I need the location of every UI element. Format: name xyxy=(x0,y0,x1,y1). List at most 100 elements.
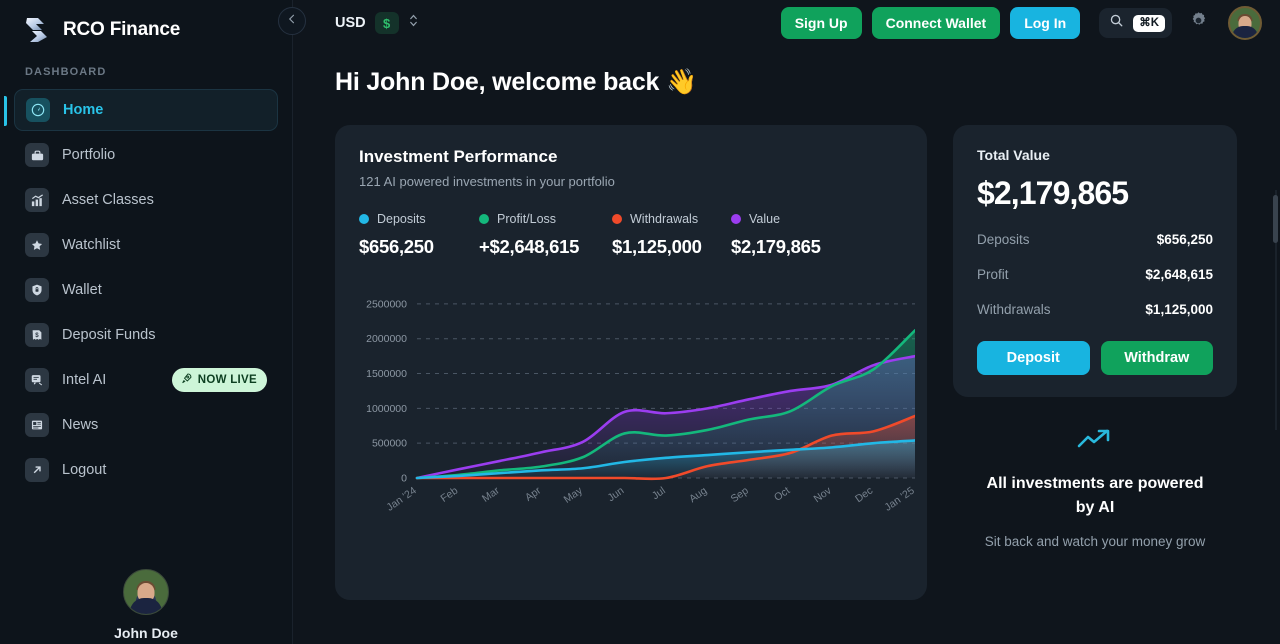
dashboard-content: Investment Performance 121 AI powered in… xyxy=(293,97,1280,600)
legend-dot xyxy=(731,214,741,224)
svg-text:Mar: Mar xyxy=(480,484,502,504)
chart-card-title: Investment Performance xyxy=(359,147,558,166)
svg-text:Oct: Oct xyxy=(772,485,792,504)
legend-label: Withdrawals xyxy=(630,212,699,226)
svg-text:2000000: 2000000 xyxy=(366,333,407,345)
search-icon xyxy=(1109,13,1124,33)
brand[interactable]: RCO Finance xyxy=(0,0,292,46)
svg-text:Jan '24: Jan '24 xyxy=(384,485,418,514)
sidebar-item-label: Wallet xyxy=(62,282,102,298)
chat-ai-icon xyxy=(25,368,49,392)
topbar: USD $ Sign Up Connect Wallet Log In ⌘K xyxy=(293,0,1280,46)
legend-label: Value xyxy=(749,212,781,226)
sidebar-section-label: DASHBOARD xyxy=(25,66,107,78)
search-shortcut-key: ⌘K xyxy=(1133,14,1165,32)
svg-text:$: $ xyxy=(35,332,39,339)
now-live-badge: NOW LIVE xyxy=(171,368,267,392)
legend-item-deposits: Deposits $656,250 xyxy=(359,212,479,258)
summary-column: Total Value $2,179,865 Deposits $656,250… xyxy=(953,125,1237,553)
ai-info-box: All investments are powered by AI Sit ba… xyxy=(953,397,1237,553)
sidebar-item-intel-ai[interactable]: Intel AI NOW LIVE xyxy=(14,359,278,401)
svg-text:1000000: 1000000 xyxy=(366,403,407,415)
sidebar-profile[interactable]: John Doe xyxy=(0,569,292,641)
sidebar-item-deposit-funds[interactable]: $ Deposit Funds xyxy=(14,314,278,356)
legend-dot xyxy=(359,214,369,224)
sidebar-item-label: Home xyxy=(63,102,104,118)
legend-value: +$2,648,615 xyxy=(479,236,580,257)
sidebar-item-watchlist[interactable]: Watchlist xyxy=(14,224,278,266)
sidebar: RCO Finance DASHBOARD Home Portfolio Ass… xyxy=(0,0,306,644)
legend-dot xyxy=(612,214,622,224)
svg-text:0: 0 xyxy=(401,473,407,485)
bar-chart-trend-icon xyxy=(25,188,49,212)
svg-text:Apr: Apr xyxy=(523,484,544,503)
total-value-label: Total Value xyxy=(977,147,1050,163)
chevron-updown-icon xyxy=(408,12,419,34)
legend-value: $1,125,000 xyxy=(612,236,702,257)
stat-label: Profit xyxy=(977,267,1009,282)
total-value-card: Total Value $2,179,865 Deposits $656,250… xyxy=(953,125,1237,397)
ai-info-title: All investments are powered by AI xyxy=(986,475,1204,516)
sidebar-item-label: Intel AI xyxy=(62,372,107,388)
scrollbar-thumb[interactable] xyxy=(1273,195,1278,243)
sidebar-item-asset-classes[interactable]: Asset Classes xyxy=(14,179,278,221)
legend-value: $2,179,865 xyxy=(731,236,821,257)
connect-wallet-button[interactable]: Connect Wallet xyxy=(871,7,1001,39)
sidebar-item-home[interactable]: Home xyxy=(4,89,278,131)
app-root: RCO Finance DASHBOARD Home Portfolio Ass… xyxy=(0,0,1280,644)
speedometer-icon xyxy=(26,98,50,122)
sidebar-item-news[interactable]: News xyxy=(14,404,278,446)
legend-dot xyxy=(479,214,489,224)
svg-text:Sep: Sep xyxy=(729,485,751,506)
stat-row: Deposits $656,250 xyxy=(977,232,1213,247)
svg-text:Nov: Nov xyxy=(812,484,835,505)
svg-text:May: May xyxy=(562,484,586,506)
star-icon xyxy=(25,233,49,257)
sidebar-item-label: Deposit Funds xyxy=(62,327,156,343)
sidebar-item-logout[interactable]: Logout xyxy=(14,449,278,491)
stat-value: $656,250 xyxy=(1156,232,1213,247)
wallet-lock-icon xyxy=(25,278,49,302)
legend-item-withdrawals: Withdrawals $1,125,000 xyxy=(612,212,731,258)
card-actions: Deposit Withdraw xyxy=(977,341,1213,375)
sidebar-collapse-button[interactable] xyxy=(278,7,306,35)
stat-label: Deposits xyxy=(977,232,1030,247)
rco-logo-icon xyxy=(22,15,52,45)
legend-item-profit-loss: Profit/Loss +$2,648,615 xyxy=(479,212,612,258)
stat-row: Withdrawals $1,125,000 xyxy=(977,302,1213,317)
investment-performance-card: Investment Performance 121 AI powered in… xyxy=(335,125,927,600)
total-value-amount: $2,179,865 xyxy=(977,175,1129,211)
log-in-button[interactable]: Log In xyxy=(1010,7,1081,39)
stat-value: $2,648,615 xyxy=(1145,267,1213,282)
sidebar-item-wallet[interactable]: Wallet xyxy=(14,269,278,311)
sidebar-item-portfolio[interactable]: Portfolio xyxy=(14,134,278,176)
rocket-icon xyxy=(180,372,193,388)
sign-up-button[interactable]: Sign Up xyxy=(780,7,862,39)
news-icon xyxy=(25,413,49,437)
dollar-receipt-icon: $ xyxy=(25,323,49,347)
svg-text:2500000: 2500000 xyxy=(366,298,407,310)
svg-text:Jun: Jun xyxy=(605,485,626,505)
svg-text:Dec: Dec xyxy=(853,485,875,506)
sidebar-item-label: News xyxy=(62,417,99,433)
stat-row: Profit $2,648,615 xyxy=(977,267,1213,282)
gear-icon[interactable] xyxy=(1188,10,1209,36)
currency-symbol-chip: $ xyxy=(374,12,399,34)
svg-text:Jul: Jul xyxy=(650,485,668,503)
topbar-avatar[interactable] xyxy=(1228,6,1262,40)
now-live-badge-label: NOW LIVE xyxy=(197,374,257,386)
legend-label: Deposits xyxy=(377,212,426,226)
performance-line-chart[interactable]: 0 500000 1000000 1500000 2000000 2500000 Jan '… xyxy=(359,280,915,525)
briefcase-icon xyxy=(25,143,49,167)
svg-text:Feb: Feb xyxy=(439,485,461,505)
svg-text:1500000: 1500000 xyxy=(366,368,407,380)
deposit-button[interactable]: Deposit xyxy=(977,341,1090,375)
withdraw-button[interactable]: Withdraw xyxy=(1100,341,1213,375)
legend-item-value: Value $2,179,865 xyxy=(731,212,851,258)
legend-value: $656,250 xyxy=(359,236,434,257)
currency-selector[interactable]: USD $ xyxy=(335,12,419,34)
search-button[interactable]: ⌘K xyxy=(1099,8,1172,38)
brand-name: RCO Finance xyxy=(63,18,181,40)
svg-text:Aug: Aug xyxy=(687,485,709,506)
stat-value: $1,125,000 xyxy=(1145,302,1213,317)
